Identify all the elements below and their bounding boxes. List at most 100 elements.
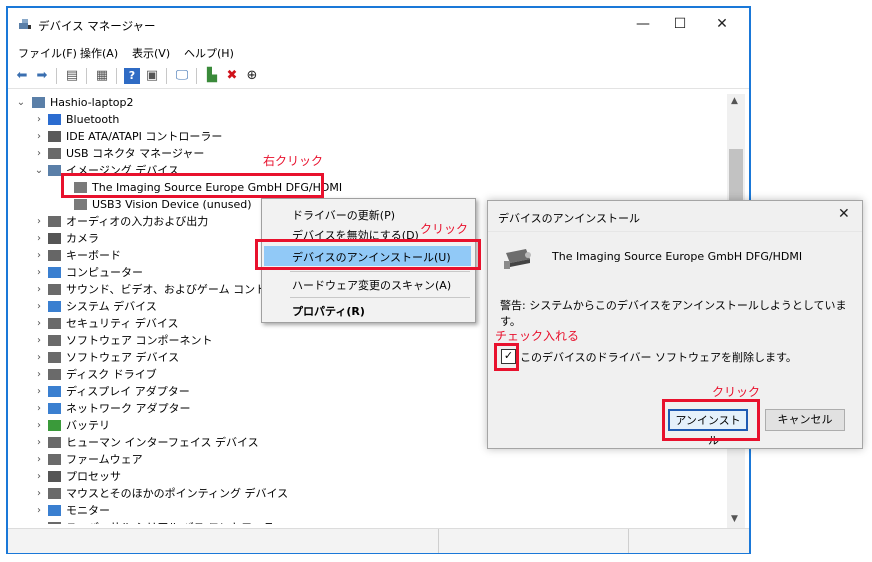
chevron-right-icon[interactable]: › xyxy=(34,468,44,485)
device-icon xyxy=(48,335,61,346)
device-icon xyxy=(48,454,61,465)
uninstall-icon[interactable]: ✖ xyxy=(224,68,240,84)
chevron-right-icon[interactable]: › xyxy=(34,332,44,349)
device-icon xyxy=(48,420,61,431)
tree-item-label: キーボード xyxy=(66,249,121,262)
device-icon xyxy=(48,403,61,414)
tree-item-label: モニター xyxy=(66,504,110,517)
dialog-close-button[interactable]: ✕ xyxy=(838,206,850,222)
toolbar: ⬅ ➡ ▤ ▦ ? ▣ 🖵 ▙ ✖ ⊕ xyxy=(8,64,749,89)
chevron-right-icon[interactable]: › xyxy=(34,485,44,502)
camera-device-icon xyxy=(504,249,531,269)
menu-file[interactable]: ファイル(F) xyxy=(18,45,77,61)
chevron-right-icon[interactable]: › xyxy=(34,315,44,332)
status-separator xyxy=(438,529,439,553)
delete-driver-checkbox-label[interactable]: このデバイスのドライバー ソフトウェアを削除します。 xyxy=(520,349,797,365)
computer-icon xyxy=(32,97,45,108)
chevron-right-icon[interactable]: › xyxy=(34,213,44,230)
chevron-down-icon[interactable]: ⌄ xyxy=(34,162,44,179)
chevron-right-icon[interactable]: › xyxy=(34,230,44,247)
chevron-right-icon[interactable]: › xyxy=(34,111,44,128)
window-title: デバイス マネージャー xyxy=(38,19,156,33)
chevron-right-icon[interactable]: › xyxy=(34,298,44,315)
tree-item-label: システム デバイス xyxy=(66,300,157,313)
menu-bar: ファイル(F) 操作(A) 表示(V) ヘルプ(H) xyxy=(8,42,749,64)
chevron-right-icon[interactable]: › xyxy=(34,247,44,264)
tree-item-label: ファームウェア xyxy=(66,453,143,466)
device-icon xyxy=(48,318,61,329)
minimize-button[interactable]: — xyxy=(625,10,661,38)
device-icon xyxy=(48,522,61,524)
tree-item-label: セキュリティ デバイス xyxy=(66,317,179,330)
tree-item-label: IDE ATA/ATAPI コントローラー xyxy=(66,130,223,143)
device-icon xyxy=(74,199,87,210)
device-icon xyxy=(48,488,61,499)
chevron-right-icon[interactable]: › xyxy=(34,451,44,468)
tree-item-label: ヒューマン インターフェイス デバイス xyxy=(66,436,259,449)
status-bar xyxy=(8,528,749,553)
tree-item-label: ソフトウェア コンポーネント xyxy=(66,334,213,347)
chevron-right-icon[interactable]: › xyxy=(34,417,44,434)
device-icon xyxy=(48,165,61,176)
close-button[interactable]: ✕ xyxy=(704,10,740,38)
back-icon[interactable]: ⬅ xyxy=(14,68,30,84)
device-icon xyxy=(48,114,61,125)
menu-item-scan-hardware[interactable]: ハードウェア変更のスキャン(A) xyxy=(292,277,451,293)
list-icon[interactable]: ▦ xyxy=(94,68,110,84)
device-icon xyxy=(48,267,61,278)
maximize-button[interactable]: ☐ xyxy=(662,10,698,38)
tree-root-label: Hashio-laptop2 xyxy=(50,96,134,109)
menu-item-update-driver[interactable]: ドライバーの更新(P) xyxy=(292,207,395,223)
dialog-warning-text: 警告: システムからこのデバイスをアンインストールしようとしています。 xyxy=(500,299,847,328)
chevron-right-icon[interactable]: › xyxy=(34,128,44,145)
toolbar-separator xyxy=(86,68,87,84)
device-icon xyxy=(48,352,61,363)
chevron-right-icon[interactable]: › xyxy=(34,519,44,524)
enable-device-icon[interactable]: ▙ xyxy=(204,68,220,84)
forward-icon[interactable]: ➡ xyxy=(34,68,50,84)
device-icon xyxy=(48,233,61,244)
chevron-right-icon[interactable]: › xyxy=(34,264,44,281)
chevron-right-icon[interactable]: › xyxy=(34,349,44,366)
chevron-right-icon[interactable]: › xyxy=(34,434,44,451)
annotation-right-click: 右クリック xyxy=(263,154,324,168)
device-icon xyxy=(48,437,61,448)
scroll-up-icon[interactable]: ▲ xyxy=(731,96,738,106)
annotation-box-device xyxy=(61,173,324,198)
tree-item-label: オーディオの入力および出力 xyxy=(66,215,209,228)
dialog-device-name: The Imaging Source Europe GmbH DFG/HDMI xyxy=(552,250,803,263)
device-icon xyxy=(48,369,61,380)
tree-item-label: USB3 Vision Device (unused) xyxy=(92,198,252,211)
cancel-button[interactable]: キャンセル xyxy=(765,409,845,431)
status-separator xyxy=(628,529,629,553)
tree-item-label: バッテリ xyxy=(66,419,110,432)
tree-item-label: ユニバーサル シリアル バス コントローラー xyxy=(66,519,285,524)
menu-action[interactable]: 操作(A) xyxy=(80,45,118,61)
toolbar-separator xyxy=(166,68,167,84)
menu-view[interactable]: 表示(V) xyxy=(132,45,170,61)
chevron-right-icon[interactable]: › xyxy=(34,366,44,383)
device-icon xyxy=(48,386,61,397)
menu-help[interactable]: ヘルプ(H) xyxy=(184,45,234,61)
properties-icon[interactable]: ▤ xyxy=(64,68,80,84)
tree-item-label: カメラ xyxy=(66,232,99,245)
scroll-down-icon[interactable]: ▼ xyxy=(731,514,738,524)
view-icon[interactable]: ▣ xyxy=(144,68,160,84)
chevron-right-icon[interactable]: › xyxy=(34,383,44,400)
help-icon[interactable]: ? xyxy=(124,68,140,84)
chevron-down-icon[interactable]: ⌄ xyxy=(16,94,26,111)
tree-item-label: マウスとそのほかのポインティング デバイス xyxy=(66,487,289,500)
chevron-right-icon[interactable]: › xyxy=(34,502,44,519)
annotation-box-uninstall-button xyxy=(662,399,760,441)
menu-item-properties[interactable]: プロパティ(R) xyxy=(292,303,365,319)
annotation-box-uninstall-menu xyxy=(255,239,481,270)
chevron-right-icon[interactable]: › xyxy=(34,145,44,162)
toolbar-separator xyxy=(56,68,57,84)
tree-item-label: ディスク ドライブ xyxy=(66,368,157,381)
monitor-icon[interactable]: 🖵 xyxy=(174,68,190,84)
update-driver-icon[interactable]: ⊕ xyxy=(244,68,260,84)
tree-item-label: ソフトウェア デバイス xyxy=(66,351,180,364)
chevron-right-icon[interactable]: › xyxy=(34,281,44,298)
tree-item-label: ネットワーク アダプター xyxy=(66,402,191,415)
chevron-right-icon[interactable]: › xyxy=(34,400,44,417)
